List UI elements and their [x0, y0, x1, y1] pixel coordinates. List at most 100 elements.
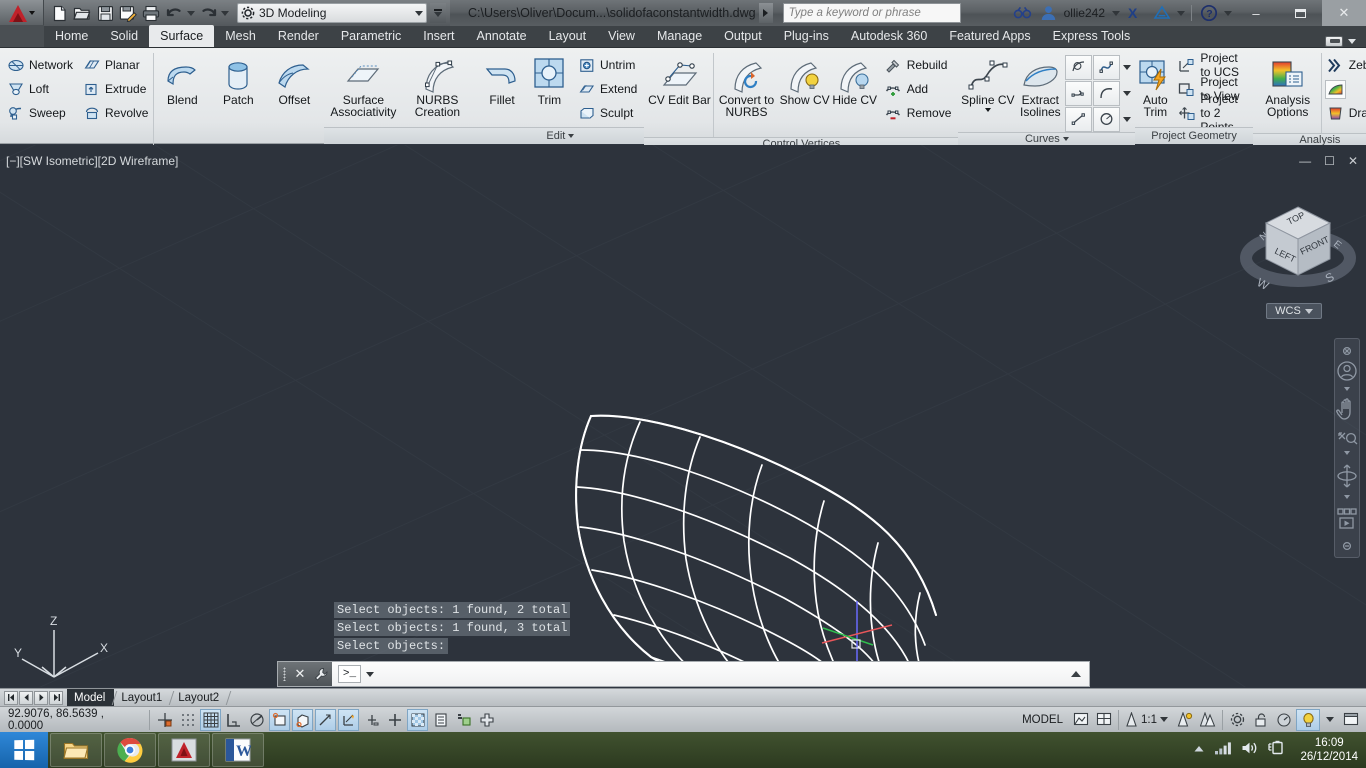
- polar-tracking-toggle[interactable]: [246, 709, 267, 731]
- rebuild-button[interactable]: Rebuild: [880, 53, 957, 77]
- cv-edit-bar-button[interactable]: CV Edit Bar: [646, 51, 712, 106]
- grid-display-toggle[interactable]: [177, 709, 198, 731]
- annotation-visibility-icon[interactable]: [1174, 709, 1195, 731]
- draft-button[interactable]: Draft: [1322, 101, 1366, 125]
- annotation-scale-label[interactable]: 1:1: [1141, 714, 1157, 726]
- remove-cv-button[interactable]: Remove: [880, 101, 957, 125]
- chevron-down-icon[interactable]: [1348, 39, 1356, 44]
- transparency-toggle[interactable]: [407, 708, 428, 731]
- battery-icon[interactable]: [1267, 740, 1285, 760]
- application-menu-button[interactable]: [0, 0, 44, 26]
- project-curve-icon[interactable]: [1065, 54, 1093, 80]
- help-icon[interactable]: ?: [1196, 0, 1222, 26]
- lineweight-toggle[interactable]: [384, 709, 405, 731]
- quick-view-layouts-icon[interactable]: [1070, 709, 1091, 731]
- workspace-selector[interactable]: 3D Modeling: [237, 3, 427, 23]
- command-line-close-button[interactable]: ✕: [290, 662, 310, 686]
- first-layout-button[interactable]: [4, 690, 18, 705]
- command-input-field[interactable]: [374, 662, 1071, 686]
- object-snap-tracking-toggle[interactable]: [315, 708, 336, 731]
- redo-icon[interactable]: [197, 2, 219, 24]
- selection-cycling-toggle[interactable]: [430, 709, 451, 731]
- ribbon-tab-surface[interactable]: Surface: [149, 25, 215, 47]
- quick-view-drawings-icon[interactable]: [1093, 709, 1114, 731]
- annotation-monitor-toggle[interactable]: [453, 709, 474, 731]
- add-cv-button[interactable]: Add: [880, 77, 957, 101]
- show-cv-button[interactable]: Show CV: [780, 51, 830, 106]
- drawing-viewport[interactable]: [−][SW Isometric][2D Wireframe] — ☐ ✕ Z …: [0, 145, 1366, 687]
- autodesk360-dropdown-icon[interactable]: [1175, 0, 1187, 26]
- previous-layout-button[interactable]: [19, 690, 33, 705]
- ribbon-tab-autodesk360[interactable]: Autodesk 360: [840, 25, 938, 47]
- arc-icon[interactable]: [1093, 80, 1121, 106]
- ribbon-tab-layout[interactable]: Layout: [538, 25, 598, 47]
- chevron-down-icon[interactable]: [984, 108, 991, 112]
- minimize-button[interactable]: –: [1234, 0, 1278, 26]
- extend-button[interactable]: Extend: [573, 77, 642, 101]
- search-help-icon[interactable]: [1010, 0, 1036, 26]
- project-to-2-points-button[interactable]: Project to 2 Points: [1173, 92, 1250, 134]
- snap-mode-toggle[interactable]: [154, 709, 175, 731]
- auto-scale-icon[interactable]: [1197, 709, 1218, 731]
- new-icon[interactable]: [48, 2, 70, 24]
- surface-associativity-button[interactable]: Surface Associativity: [326, 51, 400, 118]
- next-layout-button[interactable]: [34, 690, 48, 705]
- redo-dropdown-icon[interactable]: [220, 2, 230, 24]
- dynamic-ucs-toggle[interactable]: [338, 708, 359, 731]
- clean-screen-icon[interactable]: [1340, 709, 1361, 731]
- last-layout-button[interactable]: [49, 690, 63, 705]
- chevron-down-icon[interactable]: [1123, 90, 1132, 96]
- ribbon-tab-plugins[interactable]: Plug-ins: [773, 25, 840, 47]
- ribbon-minimize-icon[interactable]: [1325, 36, 1343, 47]
- offset-button[interactable]: Offset: [266, 51, 322, 106]
- viewcube[interactable]: N E S W TOP LEFT FRONT WCS: [1238, 193, 1358, 323]
- ribbon-tab-home[interactable]: Home: [44, 25, 99, 47]
- model-space-label[interactable]: MODEL: [1016, 714, 1069, 726]
- chevron-down-icon[interactable]: [1160, 717, 1168, 722]
- chevron-down-icon[interactable]: [1123, 116, 1132, 122]
- network-button[interactable]: Network: [2, 53, 78, 77]
- object-snap-toggle[interactable]: [269, 708, 290, 731]
- layout-tab-layout1[interactable]: Layout1: [114, 689, 171, 707]
- navigation-bar[interactable]: [1334, 338, 1360, 558]
- sculpt-button[interactable]: Sculpt: [573, 101, 642, 125]
- analysis-options-button[interactable]: Analysis Options: [1255, 51, 1321, 118]
- start-button[interactable]: [0, 732, 48, 768]
- blend-button[interactable]: Blend: [154, 51, 210, 106]
- chevron-down-icon[interactable]: [1326, 717, 1334, 722]
- ribbon-tab-mesh[interactable]: Mesh: [214, 25, 267, 47]
- ortho-mode-toggle[interactable]: [223, 709, 244, 731]
- chevron-down-icon[interactable]: [1062, 137, 1069, 141]
- undo-dropdown-icon[interactable]: [186, 2, 196, 24]
- ribbon-tab-parametric[interactable]: Parametric: [330, 25, 412, 47]
- network-icon[interactable]: [1214, 741, 1232, 760]
- sweep-button[interactable]: Sweep: [2, 101, 78, 125]
- chevron-down-icon[interactable]: [1123, 64, 1132, 70]
- dynamic-input-toggle[interactable]: [361, 709, 382, 731]
- restore-button[interactable]: [1278, 0, 1322, 26]
- extract-isolines-button[interactable]: Extract Isolines: [1015, 51, 1065, 118]
- circle-icon[interactable]: [1093, 106, 1121, 132]
- plot-icon[interactable]: [140, 2, 162, 24]
- curvature-button[interactable]: [1322, 77, 1366, 101]
- taskbar-autocad-button[interactable]: [158, 733, 210, 767]
- command-expand-icon[interactable]: [1071, 662, 1089, 686]
- fillet-button[interactable]: Fillet: [478, 51, 525, 106]
- ribbon-tab-solid[interactable]: Solid: [99, 25, 149, 47]
- ribbon-tab-view[interactable]: View: [597, 25, 646, 47]
- patch-button[interactable]: Patch: [210, 51, 266, 106]
- user-avatar-icon[interactable]: [1036, 0, 1062, 26]
- polyline-icon[interactable]: [1065, 80, 1093, 106]
- save-as-icon[interactable]: [117, 2, 139, 24]
- auto-trim-button[interactable]: Auto Trim: [1137, 51, 1173, 118]
- layout-tab-model[interactable]: Model: [67, 688, 115, 707]
- layout-tab-layout2[interactable]: Layout2: [171, 689, 228, 707]
- 3d-object-snap-toggle[interactable]: [292, 708, 313, 731]
- spline-cv-button[interactable]: Spline CV: [960, 51, 1015, 112]
- ribbon-tab-express-tools[interactable]: Express Tools: [1042, 25, 1142, 47]
- hardware-acceleration-icon[interactable]: [1296, 708, 1320, 731]
- trim-button[interactable]: Trim: [526, 51, 573, 106]
- command-line-customize-icon[interactable]: [310, 662, 332, 686]
- save-icon[interactable]: [94, 2, 116, 24]
- project-to-ucs-button[interactable]: Project to UCS: [1173, 51, 1250, 79]
